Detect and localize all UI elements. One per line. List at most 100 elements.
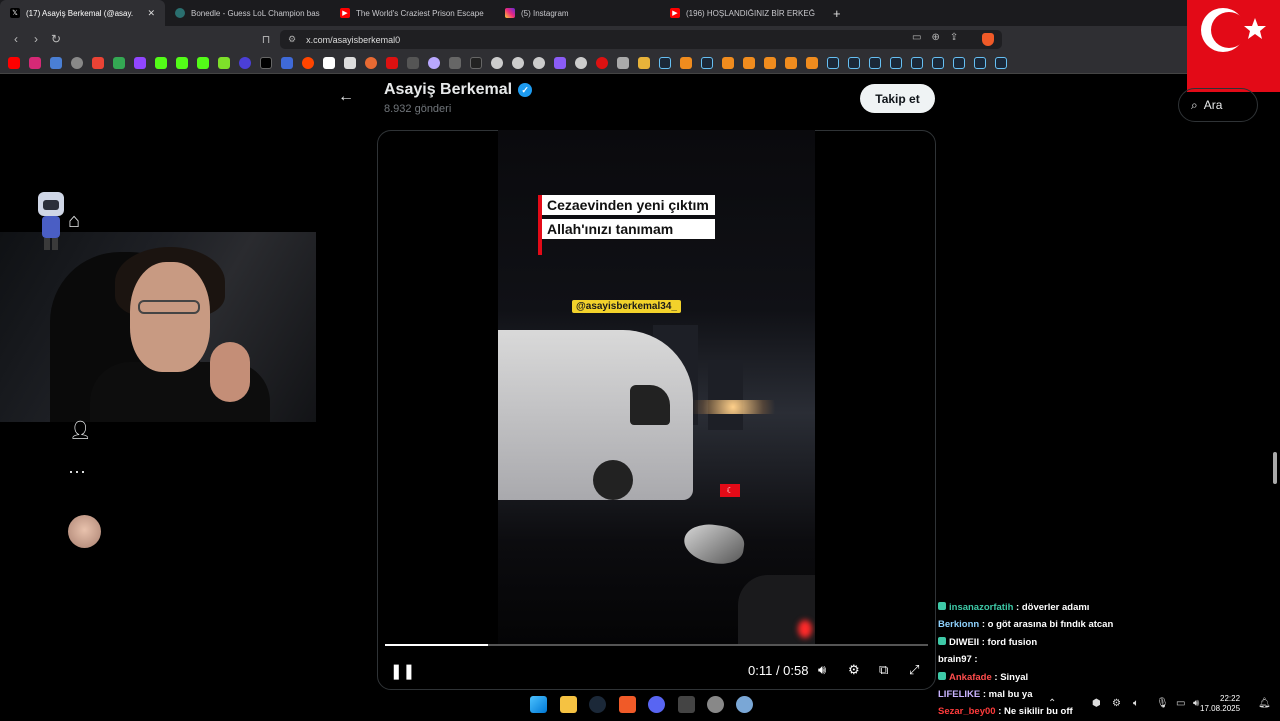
bookmark-icon[interactable] [386,56,398,69]
bookmark-icon[interactable] [722,56,734,69]
steam-icon[interactable] [932,56,944,69]
volume-icon[interactable]: 🔊︎ [1193,698,1199,709]
brave-icon[interactable] [619,696,636,713]
new-tab-button[interactable]: + [825,6,849,21]
tab-bonedle[interactable]: Bonedle - Guess LoL Champion base... [165,0,330,26]
bookmark-icon[interactable] [50,56,62,69]
bookmark-icon[interactable] [239,56,251,69]
bookmark-drive-icon[interactable] [113,56,125,69]
bookmark-icon[interactable] [491,56,503,69]
bookmark-icon[interactable] [365,56,377,69]
steam-icon[interactable] [659,56,671,69]
close-tab-icon[interactable]: ✕ [147,8,155,19]
settings-gear-icon[interactable]: ⚙ [848,662,860,678]
search-input[interactable]: ⌕ Ara [1178,88,1258,122]
reload-icon[interactable]: ↻ [46,32,66,46]
tab-x[interactable]: 𝕏 (17) Asayiş Berkemal (@asay... ✕ [0,0,165,26]
chat-username[interactable]: Ankafade [949,672,992,683]
bookmark-kick-icon[interactable] [176,56,188,69]
speaker-icon[interactable]: 🔈︎ [1133,698,1139,709]
notification-icon[interactable]: 🔔︎ [1258,698,1271,709]
bookmark-youtube-icon[interactable] [8,56,20,69]
volume-icon[interactable]: 🔊︎ [818,662,826,678]
steam-icon[interactable] [827,56,839,69]
fullscreen-icon[interactable]: ⤢ [909,662,919,678]
follow-button[interactable]: Takip et [860,84,935,113]
bookmark-icon[interactable] [71,56,83,69]
chat-username[interactable]: brain97 [938,654,972,665]
zoom-icon[interactable]: ⊕ [931,32,939,43]
steam-icon[interactable] [848,56,860,69]
bookmark-icon[interactable] [554,56,566,69]
bookmark-instagram-icon[interactable] [29,56,41,69]
bookmark-kick-icon[interactable] [155,56,167,69]
chat-username[interactable]: Berkionn [938,619,979,630]
tray-chevron-icon[interactable]: ⌃ [1048,698,1056,709]
bookmark-kick-icon[interactable] [197,56,209,69]
bookmark-icon[interactable] [575,56,587,69]
bookmark-icon[interactable] [281,56,293,69]
steam-icon[interactable] [953,56,965,69]
tray-steam-icon[interactable]: ⚙ [1112,698,1121,709]
bookmark-icon[interactable] [743,56,755,69]
windows-start-icon[interactable] [530,696,547,713]
folder-icon[interactable] [638,56,650,69]
bookmark-icon[interactable] [449,56,461,69]
app-icon[interactable] [678,696,695,713]
bookmark-icon[interactable] [680,56,692,69]
network-icon[interactable]: ▭ [1176,698,1185,709]
bookmark-icon[interactable] [344,56,356,69]
bookmark-icon[interactable] [785,56,797,69]
video-progress-bar[interactable] [385,644,928,646]
bookmark-icon[interactable] [428,56,440,69]
home-icon[interactable]: ⌂ [68,210,80,233]
bookmark-icon[interactable] [806,56,818,69]
tab-instagram[interactable]: (5) Instagram [495,0,660,26]
bookmark-icon[interactable] [764,56,776,69]
bookmark-twitch-icon[interactable] [134,56,146,69]
steam-icon[interactable] [589,696,606,713]
steam-icon[interactable] [974,56,986,69]
steam-icon[interactable] [890,56,902,69]
app-icon[interactable] [707,696,724,713]
bookmark-icon[interactable] [407,56,419,69]
site-settings-icon[interactable]: ⚙ [288,34,296,45]
bookmark-icon[interactable] [533,56,545,69]
system-clock[interactable]: 22:22 17.08.2025 [1200,694,1240,714]
picture-in-picture-icon[interactable]: ⧉ [879,662,888,678]
steam-icon[interactable] [911,56,923,69]
file-explorer-icon[interactable] [560,696,577,713]
chat-username[interactable]: DIWEII [949,637,979,648]
pause-icon[interactable]: ❚❚ [390,662,415,680]
back-arrow-icon[interactable]: ← [338,88,354,106]
more-icon[interactable]: ⋯ [68,462,86,483]
cast-icon[interactable]: ▭ [912,32,921,43]
bookmark-x-icon[interactable] [260,56,272,69]
tab-youtube-prison[interactable]: ▶ The World's Craziest Prison Escape -..… [330,0,495,26]
microphone-icon[interactable]: 🎙︎ [1156,698,1169,709]
brave-shield-icon[interactable] [982,33,994,46]
bookmark-icon[interactable] [470,56,482,69]
bookmark-reddit-icon[interactable] [302,56,314,69]
scrollbar-thumb[interactable] [1273,452,1277,484]
discord-icon[interactable] [648,696,665,713]
bookmark-gmail-icon[interactable] [92,56,104,69]
tray-icon[interactable]: ⬢ [1092,698,1101,709]
steam-icon[interactable] [995,56,1007,69]
bookmark-icon[interactable] [512,56,524,69]
url-input[interactable]: ⚙ x.com/asayisberkemal0 [280,30,1002,49]
bookmark-icon[interactable] [323,56,335,69]
bookmark-icon[interactable] [596,56,608,69]
back-icon[interactable]: ‹ [6,32,26,46]
tab-youtube-2[interactable]: ▶ (196) HOŞLANDIĞINIZ BİR ERKEĞE Sİ... [660,0,825,26]
bookmark-icon[interactable] [617,56,629,69]
account-avatar[interactable] [68,515,101,548]
forward-icon[interactable]: › [26,32,46,46]
app-icon[interactable] [736,696,753,713]
bookmark-icon[interactable] [218,56,230,69]
profile-icon[interactable]: 👤︎ [69,420,92,441]
steam-icon[interactable] [869,56,881,69]
bookmark-icon[interactable]: ⊓ [256,33,276,46]
chat-username[interactable]: insanazorfatih [949,602,1013,613]
share-icon[interactable]: ⇪ [950,32,958,43]
